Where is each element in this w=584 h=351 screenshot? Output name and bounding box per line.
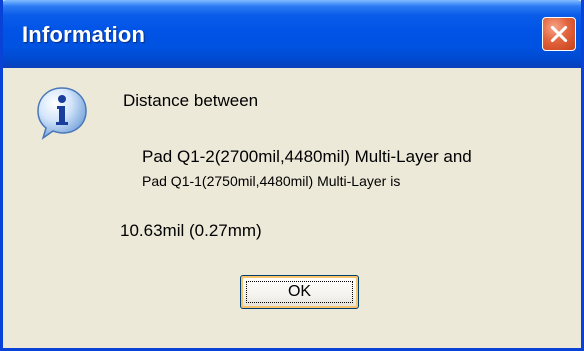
information-dialog: Information Distance between Pad Q1-2(27…	[0, 0, 584, 351]
close-icon	[550, 25, 568, 43]
message-pad-2: Pad Q1-1(2750mil,4480mil) Multi-Layer is	[142, 173, 401, 189]
distance-value: 10.63mil (0.27mm)	[120, 221, 262, 240]
close-button[interactable]	[542, 17, 576, 51]
title-bar[interactable]: Information	[3, 0, 581, 68]
dialog-body: Distance between Pad Q1-2(2700mil,4480mi…	[3, 68, 581, 348]
dialog-title: Information	[22, 22, 146, 47]
info-icon	[37, 87, 87, 140]
ok-button-label: OK	[287, 283, 312, 300]
ok-button[interactable]: OK	[240, 275, 359, 309]
message-pad-1: Pad Q1-2(2700mil,4480mil) Multi-Layer an…	[142, 147, 472, 166]
message-intro: Distance between	[123, 91, 259, 110]
